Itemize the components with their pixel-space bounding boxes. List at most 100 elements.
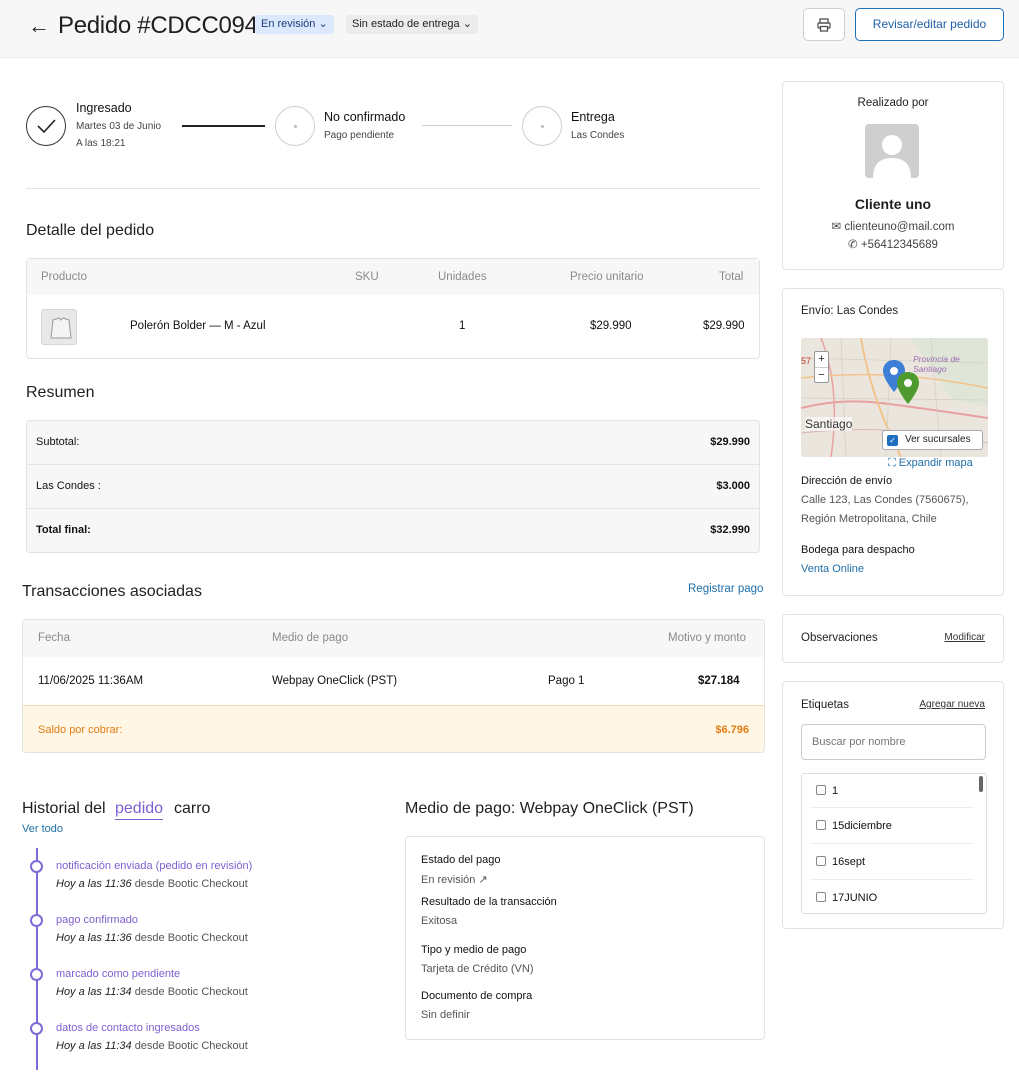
col-product: Producto (41, 271, 88, 283)
history-item-title: pago confirmado (56, 914, 138, 926)
step-subtitle: Las Condes (571, 130, 625, 141)
checkbox-icon[interactable] (816, 785, 826, 795)
print-button[interactable] (803, 8, 845, 41)
payment-status-label: Estado del pago (421, 854, 501, 866)
history-tab-order[interactable]: pedido (115, 800, 164, 820)
step-date: Martes 03 de Junio (76, 121, 162, 132)
transactions-table: Fecha Medio de pago Motivo y monto 11/06… (22, 619, 765, 753)
add-tag-link[interactable]: Agregar nueva (919, 699, 985, 710)
history-item-meta: Hoy a las 11:36 desde Bootic Checkout (56, 932, 248, 944)
tag-item[interactable]: 1 (816, 785, 838, 797)
warehouse-label: Bodega para despacho (801, 544, 915, 556)
step-subtitle: Pago pendiente (324, 130, 395, 141)
col-total: Total (719, 271, 744, 283)
tag-item[interactable]: 15diciembre (816, 820, 892, 832)
summary-label: Las Condes : (36, 480, 101, 492)
transaction-result-value: Exitosa (421, 915, 458, 927)
history-heading: Historial del (22, 800, 106, 817)
transaction-method: Webpay OneClick (PST) (272, 675, 398, 687)
back-arrow-icon[interactable]: ← (28, 13, 50, 39)
expand-map-link[interactable]: ⛶ Expandir mapa (888, 457, 973, 470)
zoom-out-button[interactable]: − (815, 368, 828, 383)
address-line-2: Región Metropolitana, Chile (801, 513, 937, 525)
map-label-number: 57 (801, 356, 812, 366)
step-title: Ingresado (76, 101, 132, 115)
history-timeline (36, 848, 38, 1070)
map-label-city: Santiago (805, 417, 853, 431)
summary-row: Total final: $32.990 (27, 509, 759, 552)
payment-card: Estado del pago En revisión ↗ Resultado … (405, 836, 765, 1040)
history-item-meta: Hoy a las 11:34 desde Bootic Checkout (56, 986, 248, 998)
warehouse-value[interactable]: Venta Online (801, 563, 864, 575)
summary-value: $32.990 (710, 524, 750, 536)
checkbox-icon[interactable] (816, 892, 826, 902)
expand-icon: ⛶ (888, 457, 896, 469)
avatar (865, 124, 919, 178)
status-badge[interactable]: En revisión ⌄ (255, 15, 334, 34)
order-detail-heading: Detalle del pedido (26, 222, 155, 239)
show-branches-toggle[interactable]: ✓ Ver sucursales (882, 430, 983, 450)
payment-type-value: Tarjeta de Crédito (VN) (421, 963, 534, 975)
timeline-dot-icon (30, 1022, 43, 1035)
checkbox-icon[interactable] (816, 820, 826, 830)
delivery-status-badge[interactable]: Sin estado de entrega ⌄ (346, 15, 478, 34)
page-header: ← Pedido #CDCC094 En revisión ⌄ Sin esta… (0, 0, 1019, 58)
balance-row: Saldo por cobrar: $6.796 (23, 705, 764, 752)
payment-status-value[interactable]: En revisión ↗ (421, 873, 488, 886)
shipping-map[interactable]: 57 Provincia de Santiago Santiago + − ✓ … (801, 338, 988, 457)
history-item-title: datos de contacto ingresados (56, 1022, 200, 1034)
tag-search-input[interactable] (801, 724, 986, 760)
table-header (23, 620, 764, 657)
balance-value: $6.796 (715, 724, 749, 736)
history-tab-cart[interactable]: carro (174, 800, 210, 818)
modify-observations-link[interactable]: Modificar (944, 632, 985, 643)
printer-icon (817, 18, 831, 32)
product-total: $29.990 (703, 320, 745, 332)
product-name[interactable]: Polerón Bolder — M - Azul (130, 320, 266, 332)
timeline-dot-icon (30, 914, 43, 927)
show-branches-label: Ver sucursales (905, 434, 971, 445)
summary-row: Las Condes : $3.000 (27, 465, 759, 509)
checkbox-checked-icon[interactable]: ✓ (887, 435, 898, 446)
history-item-meta: Hoy a las 11:36 desde Bootic Checkout (56, 878, 248, 890)
col-method: Medio de pago (272, 632, 349, 644)
tag-item[interactable]: 16sept (816, 856, 865, 868)
payment-type-label: Tipo y medio de pago (421, 944, 527, 956)
step-delivery-icon (522, 106, 562, 146)
col-sku: SKU (355, 271, 379, 283)
product-unit-price: $29.990 (590, 320, 632, 332)
timeline-dot-icon (30, 968, 43, 981)
divider (26, 188, 760, 189)
view-all-link[interactable]: Ver todo (22, 823, 63, 835)
address-line-1: Calle 123, Las Condes (7560675), (801, 494, 969, 506)
tag-item[interactable]: 17JUNIO (816, 892, 877, 904)
customer-card: Realizado por Cliente uno ✉ clienteuno@m… (782, 81, 1004, 270)
tag-list-scrollbar[interactable] (979, 776, 983, 792)
table-header (27, 259, 759, 295)
edit-order-button[interactable]: Revisar/editar pedido (855, 8, 1004, 41)
product-units: 1 (459, 320, 466, 332)
history-item-meta: Hoy a las 11:34 desde Bootic Checkout (56, 1040, 248, 1052)
observations-label: Observaciones (801, 632, 878, 644)
summary-table: Subtotal: $29.990 Las Condes : $3.000 To… (26, 420, 760, 553)
transaction-reason: Pago 1 (548, 675, 585, 687)
product-thumbnail[interactable] (41, 309, 77, 345)
shipping-card: Envío: Las Condes 57 Provincia de Santia… (782, 288, 1004, 596)
customer-phone[interactable]: ✆ +56412345689 (783, 237, 1003, 251)
step-connector (422, 125, 512, 126)
balance-label: Saldo por cobrar: (38, 724, 123, 736)
external-link-icon[interactable]: ↗ (478, 874, 487, 886)
order-detail-table: Producto SKU Unidades Precio unitario To… (26, 258, 760, 359)
summary-heading: Resumen (26, 384, 95, 401)
phone-icon: ✆ (848, 239, 858, 251)
zoom-in-button[interactable]: + (815, 352, 828, 368)
purchase-document-value: Sin definir (421, 1009, 470, 1021)
step-title: No confirmado (324, 110, 406, 124)
customer-heading: Realizado por (857, 97, 929, 109)
register-payment-link[interactable]: Registrar pago (688, 583, 763, 595)
map-pin-green-icon[interactable] (897, 370, 919, 406)
mail-icon: ✉ (831, 221, 842, 233)
transaction-result-label: Resultado de la transacción (421, 896, 557, 908)
checkbox-icon[interactable] (816, 856, 826, 866)
customer-email[interactable]: ✉ clienteuno@mail.com (783, 219, 1003, 233)
